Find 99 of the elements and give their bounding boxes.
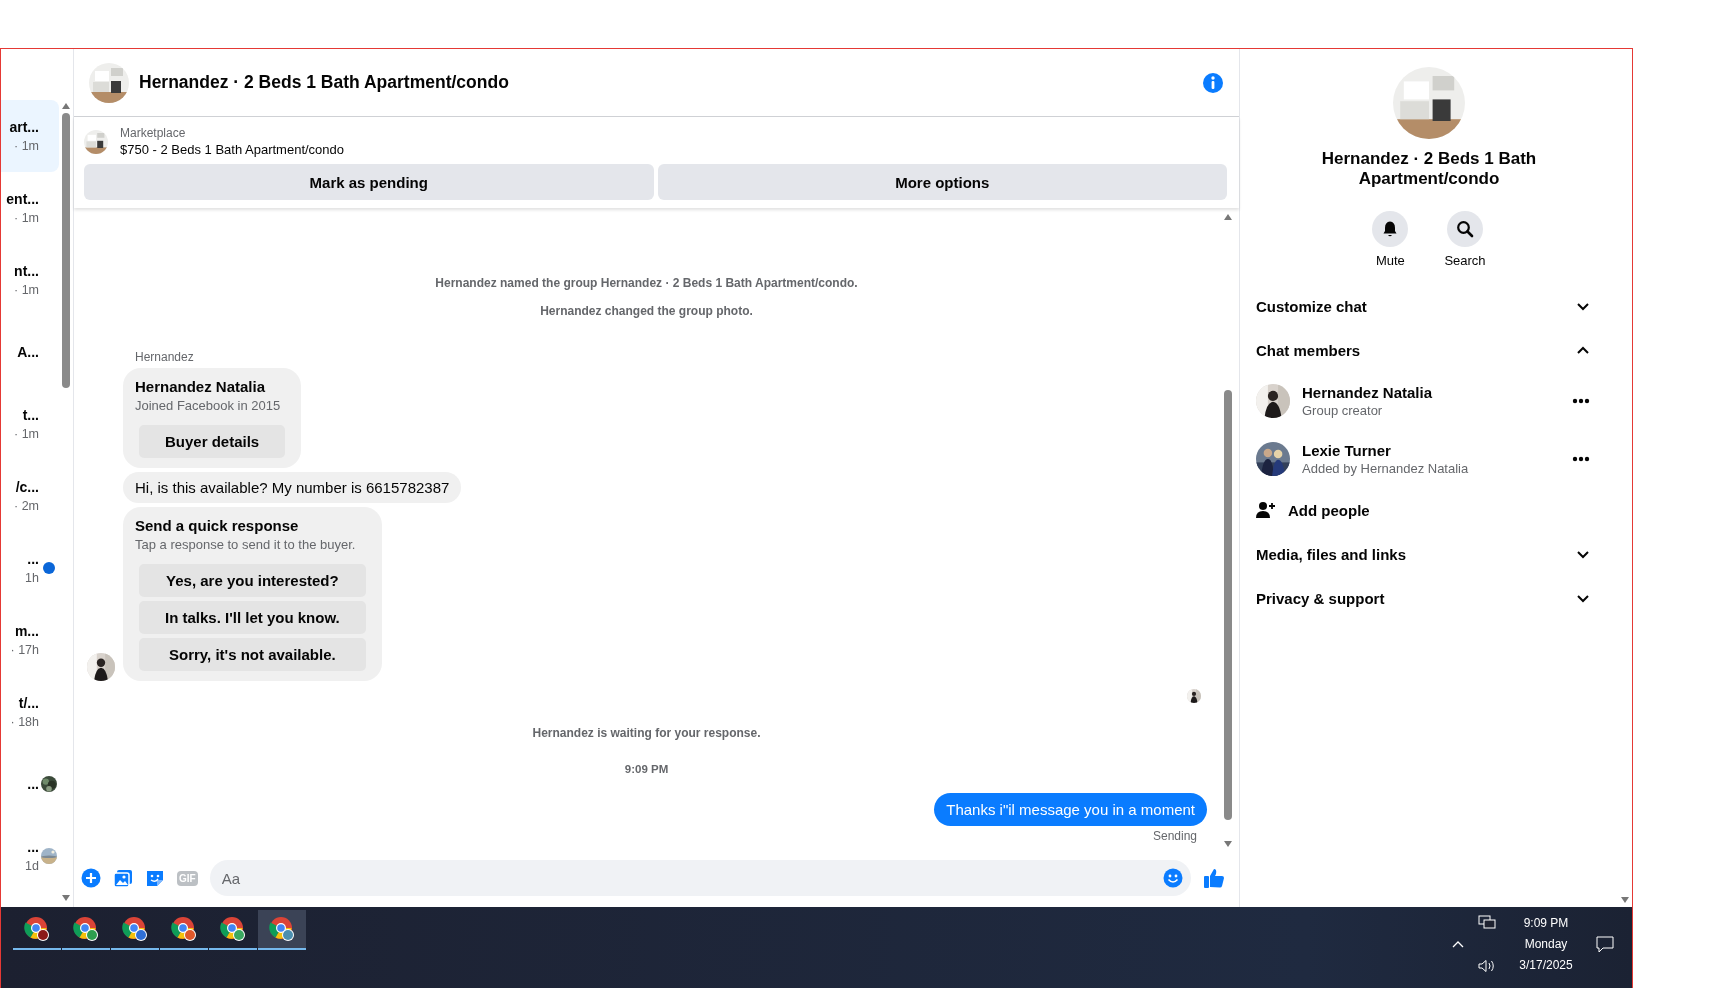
conversation-time: 1h <box>25 570 39 587</box>
conversation-title: A... <box>17 343 39 362</box>
conversation-time: · 1m <box>14 426 39 443</box>
conversation-time: · 18h <box>10 714 39 731</box>
member-row[interactable]: Hernandez Natalia Group creator <box>1256 372 1602 430</box>
member-row[interactable]: Lexie Turner Added by Hernandez Natalia <box>1256 430 1602 488</box>
conversation-item[interactable]: art... · 1m <box>1 100 59 172</box>
conversation-title: ... <box>27 775 39 794</box>
thumbs-up-icon[interactable] <box>1203 867 1225 889</box>
chevron-up-icon[interactable] <box>1452 939 1464 949</box>
card-subtitle: Tap a response to send it to the buyer. <box>135 536 357 554</box>
conversation-title: ... <box>27 550 39 569</box>
scrollbar-thumb[interactable] <box>1224 390 1232 820</box>
quick-reply-button[interactable]: In talks. I'll let you know. <box>139 601 366 634</box>
conversation-item[interactable]: ... 1d <box>1 820 59 892</box>
member-name: Hernandez Natalia <box>1302 384 1434 401</box>
conversation-item[interactable]: t/... · 18h <box>1 676 59 748</box>
timestamp: 9:09 PM <box>623 763 670 775</box>
quick-reply-button[interactable]: Yes, are you interested? <box>139 564 366 597</box>
member-name: Lexie Turner <box>1302 442 1392 459</box>
conversation-title: t... <box>22 406 39 425</box>
action-button[interactable]: Mark as pending <box>84 164 654 200</box>
system-message: Hernandez changed the group photo. <box>539 304 754 318</box>
profile-subtitle: Joined Facebook in 2015 <box>135 397 282 415</box>
section-header[interactable]: Chat members <box>1256 328 1602 372</box>
conversation-item[interactable]: A... <box>1 316 59 388</box>
quick-reply-button[interactable]: Sorry, it's not available. <box>139 638 366 671</box>
section-header[interactable]: Customize chat <box>1256 284 1602 328</box>
conversation-title: /c... <box>15 478 39 497</box>
search-icon <box>1456 220 1474 238</box>
section-title: Media, files and links <box>1256 545 1407 563</box>
conversation-item[interactable]: nt... · 1m <box>1 244 59 316</box>
info-icon[interactable] <box>1202 71 1224 94</box>
action-button[interactable]: More options <box>657 164 1227 200</box>
conversation-item[interactable]: ... <box>1 748 59 820</box>
incoming-message: Hi, is this available? My number is 6615782387 <box>123 472 462 503</box>
conversation-time: · 1m <box>14 210 39 227</box>
conversation-title: Hernandez · 2 Beds 1 Bath Apartment/condo <box>1320 149 1538 189</box>
message-status: Sending <box>1152 829 1197 843</box>
buyer-details-button[interactable]: Buyer details <box>139 425 286 458</box>
clock-date: 3/17/2025 <box>1519 958 1573 972</box>
card-title: Send a quick response <box>135 516 300 536</box>
conversation-item[interactable]: /c... · 2m <box>1 460 59 532</box>
conversation-time: · 1m <box>14 282 39 299</box>
conversation-title: ... <box>27 838 39 857</box>
conversation-time: · 17h <box>10 642 39 659</box>
action-label: Mute <box>1375 253 1405 268</box>
taskbar-app[interactable] <box>258 910 306 950</box>
scroll-down-icon[interactable] <box>1224 841 1232 847</box>
member-role: Added by Hernandez Natalia <box>1302 461 1470 476</box>
scrollbar-thumb[interactable] <box>62 113 70 388</box>
sticker-icon[interactable] <box>145 868 165 888</box>
conversation-title: art... <box>9 118 39 137</box>
notification-icon[interactable] <box>1596 935 1614 953</box>
emoji-icon[interactable] <box>1163 868 1183 888</box>
system-message: Hernandez is waiting for your response. <box>531 726 762 740</box>
mute-button[interactable] <box>1372 211 1409 247</box>
volume-icon[interactable] <box>1478 959 1496 973</box>
conversation-time: 1d <box>25 858 39 875</box>
message-input[interactable]: Aa <box>209 860 1191 896</box>
chat-title: Hernandez · 2 Beds 1 Bath Apartment/condo <box>139 72 510 93</box>
member-role: Group creator <box>1302 403 1384 418</box>
conversation-time: · 1m <box>14 138 39 155</box>
clock-day: Monday <box>1524 937 1568 951</box>
listing-title: $750 - 2 Beds 1 Bath Apartment/condo <box>120 141 345 159</box>
section-title: Chat members <box>1256 341 1361 359</box>
profile-name: Hernandez Natalia <box>135 377 267 397</box>
listing-label: Marketplace <box>120 125 187 141</box>
network-icon[interactable] <box>1478 915 1496 929</box>
conversation-title: m... <box>14 622 39 641</box>
photo-icon[interactable] <box>113 868 133 888</box>
scroll-up-icon[interactable] <box>62 103 70 109</box>
scroll-down-icon[interactable] <box>62 895 70 901</box>
scroll-up-icon[interactable] <box>1224 214 1232 220</box>
action-label: Search <box>1444 253 1486 268</box>
scroll-down-icon[interactable] <box>1621 897 1629 903</box>
section-title: Privacy & support <box>1256 589 1385 607</box>
sender-name: Hernandez <box>135 350 194 364</box>
conversation-title: ent... <box>6 190 39 209</box>
more-icon[interactable] <box>1572 456 1590 462</box>
conversation-item[interactable]: ent... · 1m <box>1 172 59 244</box>
add-person-icon <box>1256 501 1276 519</box>
more-icon[interactable] <box>1572 398 1590 404</box>
conversation-title: t/... <box>18 694 39 713</box>
section-title: Customize chat <box>1256 297 1367 315</box>
conversation-title: nt... <box>14 262 39 281</box>
plus-icon[interactable] <box>81 868 101 888</box>
search-button[interactable] <box>1447 211 1483 247</box>
add-people-button[interactable]: Add people <box>1256 488 1602 532</box>
conversation-item[interactable]: t... · 1m <box>1 388 59 460</box>
system-message: Hernandez named the group Hernandez · 2 Beds 1 Bath Apartment/condo. <box>434 276 859 290</box>
unread-dot <box>43 562 55 574</box>
conversation-item[interactable]: m... · 17h <box>1 604 59 676</box>
clock-time: 9:09 PM <box>1523 916 1569 930</box>
conversation-time: · 2m <box>14 498 39 515</box>
outgoing-message: Thanks i"il message you in a moment <box>934 793 1207 826</box>
conversation-item[interactable]: ... 1h <box>1 532 59 604</box>
section-header[interactable]: Media, files and links <box>1256 532 1602 576</box>
section-header[interactable]: Privacy & support <box>1256 576 1602 620</box>
